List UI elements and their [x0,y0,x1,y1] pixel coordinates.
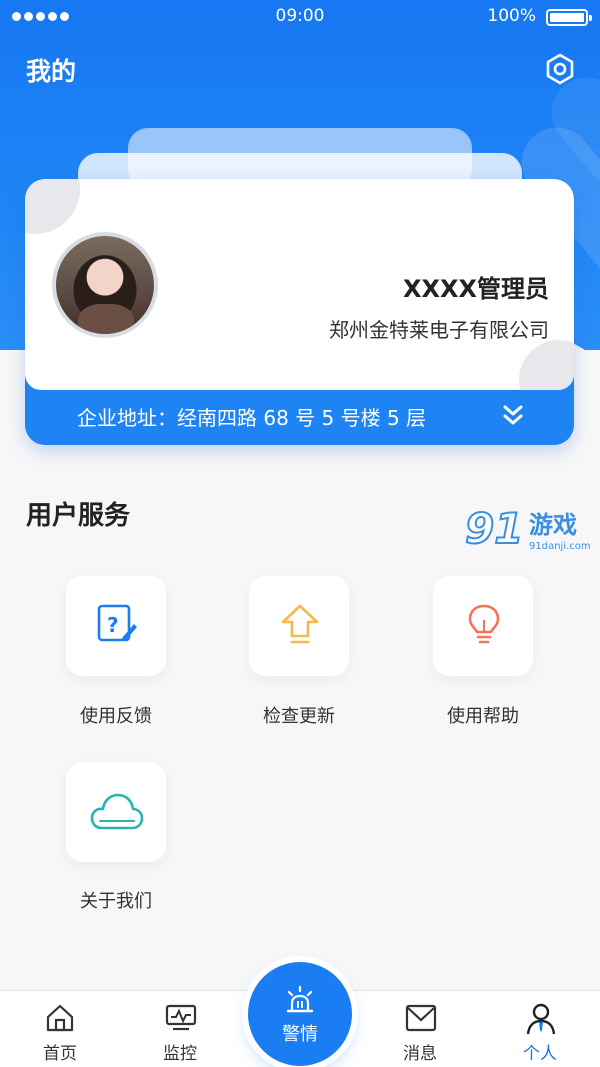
feedback-label: 使用反馈 [80,706,152,727]
cloud-icon [90,793,144,830]
tab-home-label: 首页 [43,1044,77,1064]
card-decoration [519,340,574,390]
check-update-label: 检查更新 [263,706,335,727]
profile-card-body: XXXX管理员 郑州金特莱电子有限公司 [25,179,574,390]
status-bar: 09:00 100% [0,0,600,34]
tab-monitor[interactable]: 监控 [135,991,225,1067]
tab-home[interactable]: 首页 [15,991,105,1067]
company-name: 郑州金特莱电子有限公司 [329,318,549,342]
alarm-icon [286,986,314,1013]
alarm-center-button[interactable]: 警情 [248,962,352,1066]
tab-personal-label: 个人 [523,1044,557,1064]
user-icon [526,1003,556,1035]
about-us-button[interactable] [66,762,166,862]
tab-messages-label: 消息 [403,1044,437,1064]
profile-card: XXXX管理员 郑州金特莱电子有限公司 企业地址：经南四路 68 号 5 号楼 … [25,179,574,445]
tab-personal[interactable]: 个人 [495,991,585,1067]
monitor-icon [165,1004,197,1031]
feedback-icon: ? [97,604,137,642]
svg-text:91: 91 [465,505,523,553]
page-title: 我的 [26,57,77,86]
avatar[interactable] [52,232,158,338]
admin-name: XXXX管理员 [402,275,549,303]
battery-percent: 100% [487,6,536,26]
svg-text:?: ? [107,613,119,637]
watermark-logo: 91 游戏 91danji.com [464,503,595,555]
company-address: 企业地址：经南四路 68 号 5 号楼 5 层 [77,406,427,430]
help-button[interactable] [433,576,533,676]
about-us-label: 关于我们 [80,891,152,912]
tab-messages[interactable]: 消息 [375,991,465,1067]
check-update-button[interactable] [249,576,349,676]
alarm-label: 警情 [282,1024,318,1045]
update-icon [281,604,319,644]
card-decoration [25,179,80,234]
mail-icon [405,1004,437,1032]
home-icon [46,1004,74,1032]
settings-hexagon-icon[interactable] [543,52,577,86]
help-bulb-icon [468,604,500,644]
svg-text:游戏: 游戏 [529,511,577,539]
svg-text:91danji.com: 91danji.com [529,541,591,552]
help-label: 使用帮助 [447,706,519,727]
feedback-button[interactable]: ? [66,576,166,676]
tab-monitor-label: 监控 [163,1044,197,1064]
chevron-double-down-icon[interactable] [502,403,524,427]
section-title: 用户服务 [26,501,131,531]
battery-icon [546,9,592,26]
